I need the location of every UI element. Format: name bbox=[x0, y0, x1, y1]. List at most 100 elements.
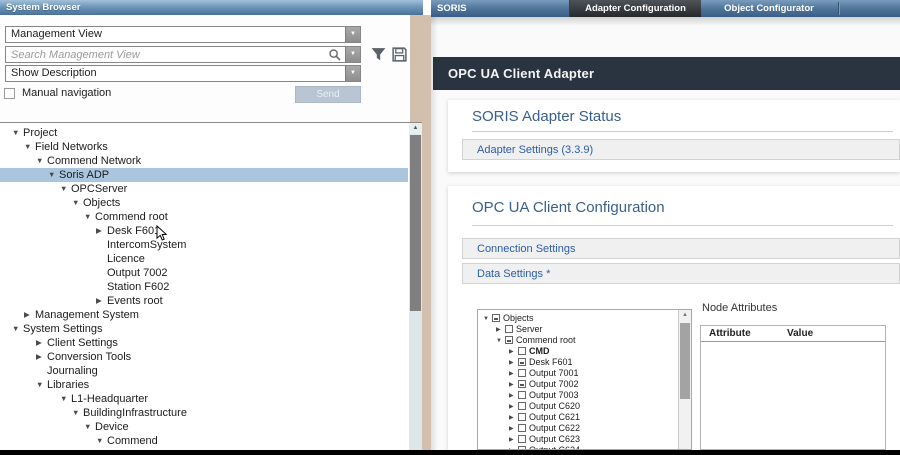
tree-item[interactable]: Licence bbox=[0, 252, 408, 266]
data-settings-section[interactable]: Data Settings * bbox=[462, 263, 900, 284]
send-button[interactable]: Send bbox=[295, 86, 361, 103]
node-tree-item[interactable]: ▼Commend root bbox=[478, 335, 677, 346]
tree-item-label: Licence bbox=[107, 253, 145, 265]
tree-item[interactable]: ▼Device bbox=[0, 420, 408, 434]
node-checkbox[interactable] bbox=[518, 380, 526, 388]
tree-item[interactable]: ▼Commend bbox=[0, 434, 408, 448]
tree-item[interactable]: ▼Libraries bbox=[0, 378, 408, 392]
mouse-cursor-icon bbox=[156, 225, 168, 242]
tab-object-configurator[interactable]: Object Configurator bbox=[703, 0, 835, 17]
tree-item[interactable]: ▼Commend Network bbox=[0, 154, 408, 168]
node-tree-item[interactable]: ▼Objects bbox=[478, 313, 677, 324]
tree-item-label: IntercomSystem bbox=[107, 239, 186, 251]
tree-item[interactable]: IntercomSystem bbox=[0, 238, 408, 252]
collapse-arrow-icon[interactable]: ▼ bbox=[12, 322, 23, 336]
filter-funnel-icon[interactable] bbox=[370, 46, 387, 63]
column-header: Value bbox=[787, 328, 813, 339]
node-tree-item[interactable]: ▶Desk F601 bbox=[478, 357, 677, 368]
node-checkbox[interactable] bbox=[518, 413, 526, 421]
node-tree-item[interactable]: ▶Server bbox=[478, 324, 677, 335]
node-checkbox[interactable] bbox=[518, 391, 526, 399]
node-tree-scrollbar[interactable]: ▲ bbox=[678, 310, 691, 450]
soris-adapter-status-card: SORIS Adapter Status Adapter Settings (3… bbox=[448, 100, 900, 172]
tree-item[interactable]: ▼Field Networks bbox=[0, 140, 408, 154]
node-tree-item[interactable]: ▶Output 7001 bbox=[478, 368, 677, 379]
node-tree-item-label: Output C622 bbox=[529, 423, 580, 433]
tree-item[interactable]: Output 7002 bbox=[0, 266, 408, 280]
scroll-up-arrow-icon[interactable]: ▲ bbox=[409, 123, 422, 134]
node-tree-item[interactable]: ▶CMD bbox=[478, 346, 677, 357]
tree-item[interactable]: ▼Objects bbox=[0, 196, 408, 210]
tree-item[interactable]: ▶Events root bbox=[0, 294, 408, 308]
node-tree-item[interactable]: ▶Output C622 bbox=[478, 423, 677, 434]
manual-navigation-checkbox[interactable] bbox=[4, 88, 15, 99]
node-checkbox[interactable] bbox=[518, 435, 526, 443]
tree-item[interactable]: ▶Conversion Tools bbox=[0, 350, 408, 364]
dropdown-arrow-icon[interactable]: ▼ bbox=[345, 66, 360, 81]
collapse-arrow-icon[interactable]: ▼ bbox=[72, 406, 83, 420]
tree-item[interactable]: ▼OPCServer bbox=[0, 182, 408, 196]
collapse-arrow-icon[interactable]: ▼ bbox=[36, 378, 47, 392]
tree-item[interactable]: ▼Commend root bbox=[0, 210, 408, 224]
management-view-dropdown[interactable]: Management View ▼ bbox=[5, 26, 361, 43]
collapse-arrow-icon[interactable]: ▼ bbox=[12, 126, 23, 140]
tree-item-label: Management System bbox=[35, 309, 139, 321]
node-tree-item-label: Output C623 bbox=[529, 434, 580, 444]
node-checkbox[interactable] bbox=[518, 358, 526, 366]
collapse-arrow-icon[interactable]: ▼ bbox=[72, 196, 83, 210]
collapse-arrow-icon[interactable]: ▼ bbox=[84, 420, 95, 434]
scrollbar-thumb[interactable] bbox=[680, 323, 690, 399]
expand-arrow-icon[interactable]: ▶ bbox=[36, 336, 47, 350]
adapter-settings-section[interactable]: Adapter Settings (3.3.9) bbox=[462, 139, 900, 160]
tree-item[interactable]: Station F602 bbox=[0, 280, 408, 294]
tree-item[interactable]: ▶Desk F601 bbox=[0, 224, 408, 238]
expand-arrow-icon[interactable]: ▶ bbox=[36, 350, 47, 364]
save-floppy-icon[interactable] bbox=[391, 46, 408, 63]
node-checkbox[interactable] bbox=[518, 369, 526, 377]
expand-arrow-icon[interactable]: ▶ bbox=[96, 294, 107, 308]
tree-item-label: Libraries bbox=[47, 379, 89, 391]
node-checkbox[interactable] bbox=[492, 314, 500, 322]
tree-item[interactable]: ▼System Settings bbox=[0, 322, 408, 336]
collapse-arrow-icon[interactable]: ▼ bbox=[60, 392, 71, 406]
collapse-arrow-icon[interactable]: ▼ bbox=[36, 154, 47, 168]
node-checkbox[interactable] bbox=[505, 325, 513, 333]
collapse-arrow-icon[interactable]: ▼ bbox=[96, 434, 107, 448]
system-tree-scrollbar[interactable]: ▲ bbox=[409, 123, 422, 450]
node-tree-item[interactable]: ▶Output 7003 bbox=[478, 390, 677, 401]
title-underline bbox=[472, 131, 893, 132]
node-checkbox[interactable] bbox=[505, 336, 513, 344]
tree-item-label: Commend Network bbox=[47, 155, 141, 167]
node-checkbox[interactable] bbox=[518, 347, 526, 355]
tab-adapter-configuration[interactable]: Adapter Configuration bbox=[569, 0, 701, 17]
node-checkbox[interactable] bbox=[518, 424, 526, 432]
collapse-arrow-icon[interactable]: ▼ bbox=[24, 140, 35, 154]
search-dropdown-arrow-icon[interactable]: ▼ bbox=[345, 47, 360, 62]
tree-item[interactable]: ▶Client Settings bbox=[0, 336, 408, 350]
system-browser-titlebar: System Browser bbox=[0, 0, 423, 15]
scroll-up-arrow-icon[interactable]: ▲ bbox=[679, 310, 691, 321]
collapse-arrow-icon[interactable]: ▼ bbox=[84, 210, 95, 224]
node-tree-item[interactable]: ▶Output C621 bbox=[478, 412, 677, 423]
tree-item[interactable]: ▶Management System bbox=[0, 308, 408, 322]
expand-arrow-icon[interactable]: ▶ bbox=[96, 224, 107, 238]
node-checkbox[interactable] bbox=[518, 402, 526, 410]
search-input[interactable] bbox=[6, 47, 311, 62]
tree-item[interactable]: ▼Soris ADP bbox=[0, 168, 408, 182]
tree-item[interactable]: ▼BuildingInfrastructure bbox=[0, 406, 408, 420]
node-tree-item[interactable]: ▶Output 7002 bbox=[478, 379, 677, 390]
connection-settings-section[interactable]: Connection Settings bbox=[462, 238, 900, 259]
tree-item[interactable]: ▼Project bbox=[0, 126, 408, 140]
status-card-title: SORIS Adapter Status bbox=[472, 108, 621, 125]
node-tree-item[interactable]: ▶Output C623 bbox=[478, 434, 677, 445]
tree-item[interactable]: ▼L1-Headquarter bbox=[0, 392, 408, 406]
scrollbar-thumb[interactable] bbox=[410, 135, 421, 311]
collapse-arrow-icon[interactable]: ▼ bbox=[60, 182, 71, 196]
dropdown-arrow-icon[interactable]: ▼ bbox=[345, 27, 360, 42]
collapse-arrow-icon[interactable]: ▼ bbox=[48, 168, 59, 182]
expand-arrow-icon[interactable]: ▶ bbox=[24, 308, 35, 322]
show-description-dropdown[interactable]: Show Description ▼ bbox=[5, 65, 361, 82]
tree-item[interactable]: Journaling bbox=[0, 364, 408, 378]
node-tree-item[interactable]: ▶Output C620 bbox=[478, 401, 677, 412]
tabbar-shadow bbox=[431, 17, 900, 26]
